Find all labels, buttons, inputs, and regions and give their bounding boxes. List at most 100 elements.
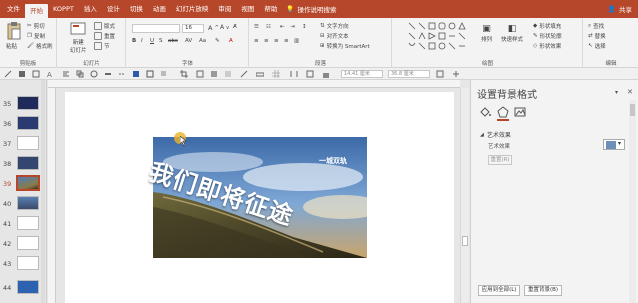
crop-icon[interactable] (180, 70, 188, 78)
tell-me-search[interactable]: 💡 操作说明搜索 (286, 4, 336, 14)
color-outline-icon[interactable] (146, 70, 154, 78)
picture-icon[interactable] (514, 106, 526, 118)
find-button[interactable]: ⌕ 查找 (588, 22, 604, 31)
thumbnail-36[interactable]: 36 (0, 116, 47, 134)
tab-transitions[interactable]: 切换 (125, 0, 148, 18)
highlight-icon[interactable]: ✎ (215, 38, 220, 44)
align-left-icon[interactable]: ≡ (254, 38, 259, 44)
group-icon[interactable] (76, 70, 84, 78)
ruler-icon[interactable] (256, 70, 264, 78)
slide-subtitle[interactable]: 一城双轨 (319, 156, 347, 166)
pane-scrollbar[interactable] (629, 100, 636, 303)
align-right-icon[interactable]: ≡ (274, 38, 279, 44)
highlighter-icon[interactable] (240, 70, 248, 78)
tab-view[interactable]: 视图 (236, 0, 259, 18)
align-text-button[interactable]: ⊟ 对齐文本 (320, 32, 349, 40)
close-icon[interactable]: ✕ (627, 88, 633, 96)
thumbnail-39[interactable]: 39 (0, 175, 47, 194)
shapes-gallery[interactable] (407, 21, 471, 51)
thumbnail-40[interactable]: 40 (0, 196, 47, 214)
justify-icon[interactable]: ≡ (284, 38, 289, 44)
tab-animations[interactable]: 动画 (148, 0, 171, 18)
reset-background-button[interactable]: 重置背景(B) (524, 285, 562, 296)
arrange-button[interactable]: ▣ 排列 (481, 24, 492, 43)
reset-effect-button[interactable]: 重置(R) (488, 155, 512, 165)
scroll-thumb[interactable] (462, 236, 468, 246)
decrease-indent-icon[interactable]: ⇤ (280, 24, 285, 30)
line-spacing-icon[interactable]: ↕ (302, 24, 307, 30)
thumbnail-image[interactable] (17, 216, 39, 230)
replace-button[interactable]: ⇄ 替换 (588, 32, 606, 40)
thumbnail-image[interactable] (17, 236, 39, 250)
tab-help[interactable]: 帮助 (259, 0, 282, 18)
thumbnail-37[interactable]: 37 (0, 136, 47, 154)
text-direction-button[interactable]: ⇅ 文字方向 (320, 22, 349, 30)
tab-koppt[interactable]: KOPPT (48, 0, 79, 18)
tab-review[interactable]: 审阅 (213, 0, 236, 18)
outline-icon[interactable] (32, 70, 40, 78)
thumbnail-38[interactable]: 38 (0, 156, 47, 174)
tab-design[interactable]: 设计 (102, 0, 125, 18)
artistic-effect-picker[interactable]: ▾ (603, 139, 625, 150)
copy-button[interactable]: ❐ 复制 (27, 32, 45, 40)
shadow-fx-icon[interactable] (160, 70, 168, 78)
font-color-icon[interactable]: A (229, 38, 233, 44)
format-painter-button[interactable]: 🖌 格式刷 (27, 42, 53, 50)
thumbnail-image[interactable] (17, 280, 39, 294)
char-spacing-icon[interactable]: AV (185, 38, 192, 44)
change-case-icon[interactable]: Aa (199, 38, 206, 44)
align-icon[interactable] (62, 70, 70, 78)
distribute-icon[interactable] (290, 70, 298, 78)
fill-icon[interactable] (18, 70, 26, 78)
select-button[interactable]: ↖ 选择 (588, 42, 606, 50)
shape-outline-button[interactable]: ✎ 形状轮廓 (533, 32, 562, 40)
height-field[interactable]: 36.8 厘米 (388, 70, 430, 78)
text-box-icon[interactable]: A (46, 70, 54, 78)
lock-icon[interactable] (322, 70, 330, 78)
bring-forward-icon[interactable] (210, 70, 218, 78)
strikethrough-icon[interactable]: abc (168, 38, 178, 44)
font-family-select[interactable] (132, 24, 180, 33)
bold-icon[interactable]: B (132, 38, 136, 44)
section-button[interactable]: 节 (94, 42, 110, 50)
font-size-select[interactable]: 16 (182, 24, 204, 33)
thumbnail-42[interactable]: 42 (0, 236, 47, 254)
width-field[interactable]: 14.41 厘米 (341, 70, 383, 78)
shadow-icon[interactable]: S (159, 38, 163, 44)
effects-pentagon-icon[interactable] (497, 106, 509, 118)
arrow-icon[interactable] (4, 70, 12, 78)
clear-format-icon[interactable]: A̸ (233, 24, 237, 30)
tab-file[interactable]: 文件 (2, 0, 25, 18)
thumbnail-image[interactable] (17, 96, 39, 110)
new-slide-icon[interactable] (70, 22, 86, 36)
thumbnail-image[interactable] (17, 116, 39, 130)
thumbnail-image[interactable] (17, 256, 39, 270)
paste-button[interactable]: 粘贴 (6, 42, 17, 50)
layout-button[interactable]: 版式 (94, 22, 115, 30)
thumbnail-41[interactable]: 41 (0, 216, 47, 234)
line-style-icon[interactable] (104, 70, 112, 78)
artistic-effects-section[interactable]: ◢ 艺术效果 (480, 130, 511, 140)
increase-indent-icon[interactable]: ⇥ (290, 24, 295, 30)
thumbnail-image[interactable] (17, 136, 39, 150)
shape-fill-button[interactable]: ◆ 形状填充 (533, 22, 561, 30)
apply-to-all-button[interactable]: 应用到全部(L) (478, 285, 520, 296)
aspect-icon[interactable] (436, 70, 444, 78)
align-center-icon[interactable]: ≡ (264, 38, 269, 44)
thumbnail-35[interactable]: 35 (0, 96, 47, 114)
grid-icon[interactable] (272, 70, 280, 78)
expand-icon[interactable] (452, 70, 460, 78)
paste-icon[interactable] (6, 22, 22, 40)
grow-font-icon[interactable]: A ^ (208, 24, 219, 32)
numbering-icon[interactable]: ☷ (266, 24, 271, 30)
new-slide-button[interactable]: 新建 幻灯片 (70, 38, 87, 54)
send-backward-icon[interactable] (224, 70, 232, 78)
color-fill-icon[interactable] (132, 70, 140, 78)
smartart-button[interactable]: ⊞ 转换为 SmartArt (320, 42, 370, 50)
tab-insert[interactable]: 插入 (79, 0, 102, 18)
dash-icon[interactable] (118, 70, 126, 78)
italic-icon[interactable]: I (141, 38, 143, 44)
canvas-scrollbar[interactable] (460, 88, 469, 303)
fill-bucket-icon[interactable] (479, 106, 491, 118)
underline-icon[interactable]: U (150, 38, 154, 44)
